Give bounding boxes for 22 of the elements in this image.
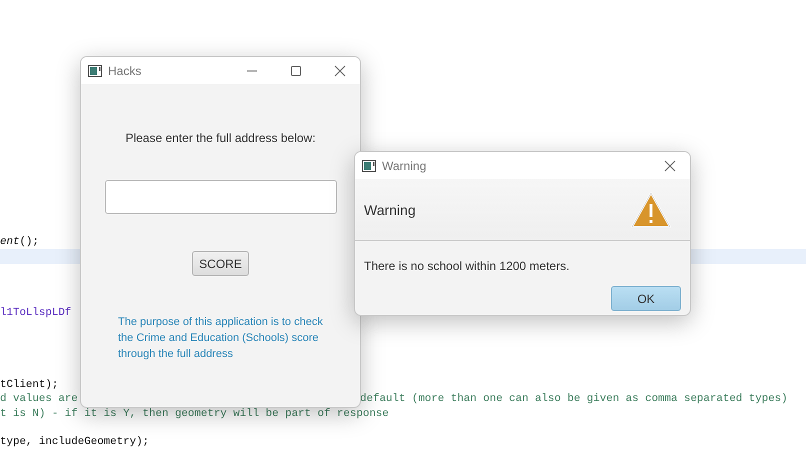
window-title: Hacks bbox=[108, 64, 142, 78]
dialog-header: Warning bbox=[364, 202, 416, 218]
dialog-message: There is no school within 1200 meters. bbox=[364, 259, 570, 273]
close-icon[interactable] bbox=[334, 64, 346, 76]
app-icon bbox=[88, 64, 102, 76]
code-text: d values are bbox=[0, 393, 78, 406]
code-text: ent(); bbox=[0, 236, 39, 248]
prompt-text: Please enter the full address below: bbox=[125, 131, 316, 145]
code-text: type, includeGeometry); bbox=[0, 436, 150, 448]
maximize-icon[interactable] bbox=[290, 64, 302, 76]
code-text: l1ToLlspLDf bbox=[0, 307, 72, 320]
score-button[interactable]: SCORE bbox=[192, 251, 249, 276]
description-text: The purpose of this application is to check the Crime and Education (Schools) score through the full address bbox=[118, 315, 324, 362]
code-text: default (more than one can also be given as comma separated types) bbox=[360, 392, 788, 407]
address-field[interactable] bbox=[104, 180, 336, 214]
code-text: t is N) - if it is Y, then geometry will be part of response bbox=[0, 408, 389, 420]
app-icon bbox=[362, 160, 376, 172]
dialog-title: Warning bbox=[382, 158, 428, 172]
close-icon[interactable] bbox=[664, 160, 676, 172]
warning-icon bbox=[630, 190, 672, 228]
ok-button[interactable]: OK bbox=[611, 286, 681, 311]
code-text: tClient); bbox=[0, 378, 58, 391]
